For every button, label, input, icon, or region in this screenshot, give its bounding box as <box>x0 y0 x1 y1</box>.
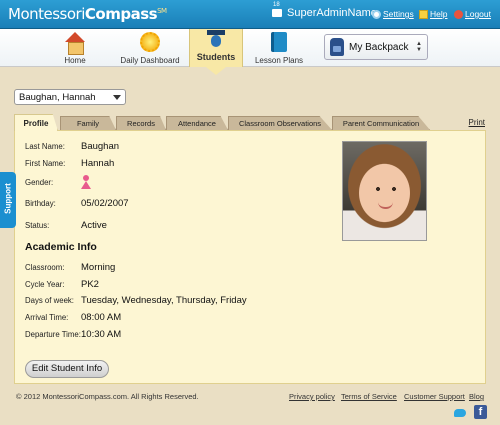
calendar-user-icon <box>271 2 283 19</box>
arrival-time-label: Arrival Time: <box>25 313 69 322</box>
tab-attendance-label: Attendance <box>178 119 216 128</box>
logout-label: Logout <box>465 9 491 19</box>
days-of-week-label: Days of week: <box>25 296 74 305</box>
logo-text-1: Montessori <box>8 5 85 23</box>
birthday-value: 05/02/2007 <box>81 198 129 209</box>
nav-students-label: Students <box>196 52 236 62</box>
tab-classroom-observations-label: Classroom Observations <box>238 119 322 128</box>
first-name-row: First Name: Hannah <box>25 158 114 169</box>
classroom-row: Classroom: Morning <box>25 262 115 273</box>
tab-classroom-observations[interactable]: Classroom Observations <box>228 116 332 130</box>
student-select[interactable]: Baughan, Hannah <box>14 89 126 105</box>
classroom-value: Morning <box>81 262 116 273</box>
privacy-policy-link[interactable]: Privacy policy <box>289 392 335 401</box>
tab-profile[interactable]: Profile <box>14 114 58 131</box>
birthday-row: Birthday: 05/02/2007 <box>25 198 129 209</box>
cycle-year-value: PK2 <box>81 279 99 290</box>
chevron-down-icon <box>113 95 121 100</box>
days-of-week-row: Days of week: Tuesday, Wednesday, Thursd… <box>25 295 247 306</box>
cycle-year-label: Cycle Year: <box>25 280 65 289</box>
support-label: Support <box>3 183 13 214</box>
book-icon <box>271 32 287 52</box>
help-label: Help <box>430 9 448 19</box>
facebook-icon[interactable]: f <box>474 405 487 419</box>
photo-eyes <box>375 187 397 191</box>
blog-link[interactable]: Blog <box>469 392 484 401</box>
tab-records[interactable]: Records <box>116 116 166 130</box>
nav-students[interactable]: Students <box>189 29 243 67</box>
tab-attendance[interactable]: Attendance <box>166 116 228 130</box>
logo-tm: SM <box>157 7 167 15</box>
last-name-label: Last Name: <box>25 142 65 151</box>
female-icon <box>81 175 91 189</box>
user-name: SuperAdminName <box>287 7 377 19</box>
tab-parent-communication-label: Parent Communication <box>342 119 420 128</box>
profile-panel: Last Name: Baughan First Name: Hannah Ge… <box>14 130 486 384</box>
tab-family[interactable]: Family <box>60 116 116 130</box>
backpack-icon <box>330 38 344 56</box>
tab-parent-communication[interactable]: Parent Communication <box>332 116 430 130</box>
tab-profile-label: Profile <box>23 119 49 128</box>
tab-family-label: Family <box>76 119 100 128</box>
classroom-label: Classroom: <box>25 263 65 272</box>
departure-time-value: 10:30 AM <box>81 329 122 340</box>
days-of-week-value: Tuesday, Wednesday, Thursday, Friday <box>81 295 247 306</box>
settings-link[interactable]: Settings <box>372 9 414 19</box>
support-tab[interactable]: Support <box>0 172 16 228</box>
arrival-time-value: 08:00 AM <box>81 312 122 323</box>
last-name-value: Baughan <box>81 141 120 152</box>
nav-home[interactable]: Home <box>52 29 98 67</box>
nav-daily-dashboard[interactable]: Daily Dashboard <box>117 29 183 67</box>
nav-daily-dashboard-label: Daily Dashboard <box>120 56 180 65</box>
nav-lesson-plans-label: Lesson Plans <box>254 56 304 65</box>
print-link[interactable]: Print <box>469 118 485 127</box>
updown-arrows-icon: ▲ ▼ <box>416 41 422 53</box>
nav-lesson-plans[interactable]: Lesson Plans <box>252 29 306 67</box>
last-name-row: Last Name: Baughan <box>25 141 119 152</box>
photo-smile <box>378 202 393 209</box>
user-menu[interactable]: SuperAdminName <box>271 2 377 19</box>
copyright-text: © 2012 MontessoriCompass.com. All Rights… <box>16 392 199 401</box>
status-label: Status: <box>25 221 50 230</box>
logo-text-2: Compass <box>84 5 158 23</box>
student-select-value: Baughan, Hannah <box>19 92 96 103</box>
my-backpack-dropdown[interactable]: My Backpack ▲ ▼ <box>324 34 428 60</box>
settings-label: Settings <box>383 9 414 19</box>
gender-row: Gender: <box>25 175 91 189</box>
logout-icon <box>454 9 463 19</box>
logout-link[interactable]: Logout <box>454 9 491 19</box>
gender-label: Gender: <box>25 177 54 187</box>
student-icon <box>207 30 225 48</box>
first-name-value: Hannah <box>81 158 115 169</box>
twitter-icon[interactable] <box>454 407 468 419</box>
top-bar: MontessoriCompassSM SuperAdminName Setti… <box>0 0 500 29</box>
cycle-year-row: Cycle Year: PK2 <box>25 279 99 290</box>
departure-time-row: Departure Time: 10:30 AM <box>25 329 121 340</box>
logo[interactable]: MontessoriCompassSM <box>8 5 167 23</box>
first-name-label: First Name: <box>25 159 66 168</box>
help-link[interactable]: Help <box>419 9 447 19</box>
student-photo <box>342 141 427 241</box>
nav-home-label: Home <box>64 56 86 65</box>
status-value: Active <box>81 220 107 231</box>
terms-of-service-link[interactable]: Terms of Service <box>341 392 397 401</box>
tab-records-label: Records <box>127 119 155 128</box>
help-icon <box>419 9 428 19</box>
sun-icon <box>140 32 160 52</box>
gear-icon <box>372 9 381 19</box>
departure-time-label: Departure Time: <box>25 330 81 339</box>
status-row: Status: Active <box>25 220 107 231</box>
main-nav: Home Daily Dashboard Students Lesson Pla… <box>0 29 500 67</box>
arrival-time-row: Arrival Time: 08:00 AM <box>25 312 121 323</box>
backpack-label: My Backpack <box>349 41 409 53</box>
customer-support-link[interactable]: Customer Support <box>404 392 465 401</box>
academic-info-title: Academic Info <box>25 241 97 253</box>
birthday-label: Birthday: <box>25 199 56 208</box>
edit-student-info-button[interactable]: Edit Student Info <box>25 360 109 378</box>
house-icon <box>64 32 86 55</box>
